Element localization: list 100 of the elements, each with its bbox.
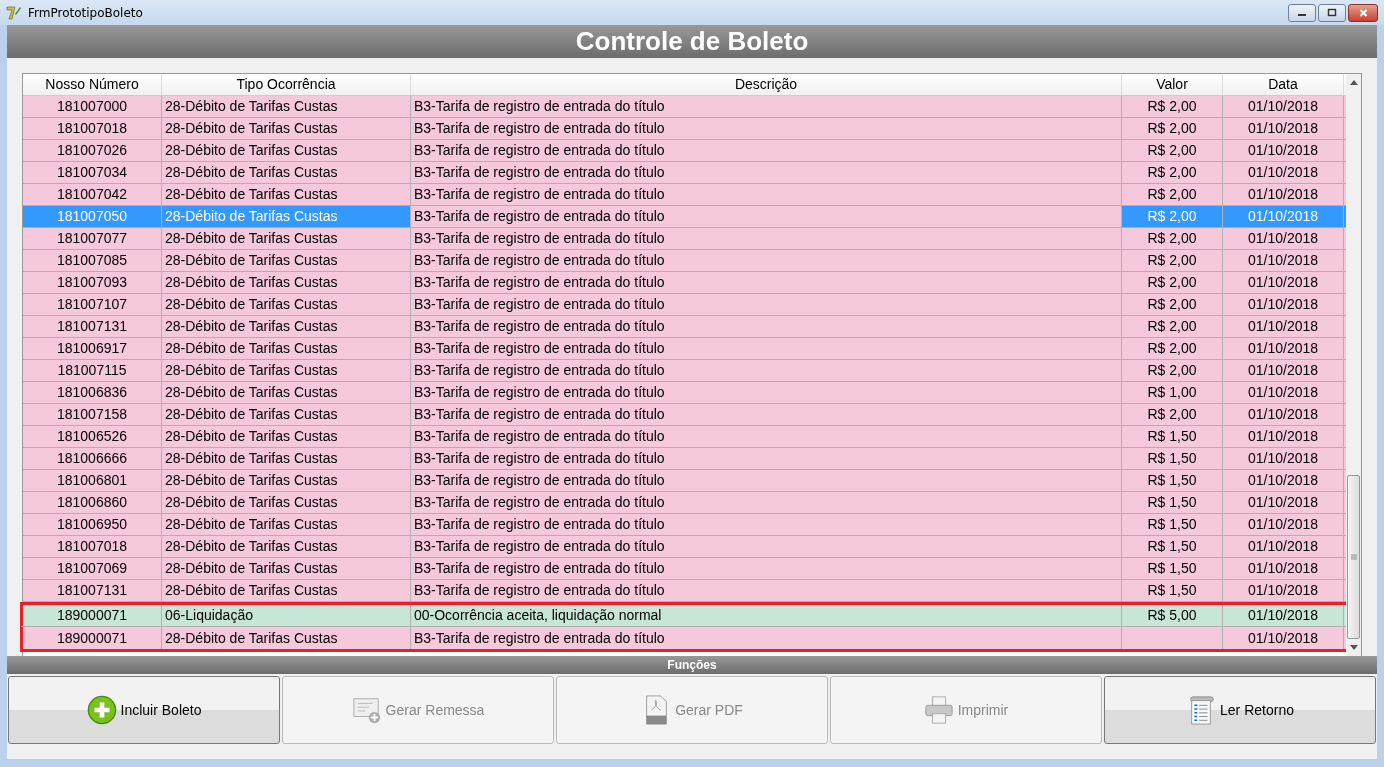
table-cell-text: 181007077 xyxy=(56,229,128,248)
table-cell-text: R$ 2,00 xyxy=(1147,317,1197,336)
table-cell-text: 28-Débito de Tarifas Custas xyxy=(165,427,338,446)
table-cell-text: B3-Tarifa de registro de entrada do título xyxy=(414,405,665,424)
table-cell-text: B3-Tarifa de registro de entrada do título xyxy=(414,163,665,182)
table-cell-text: R$ 2,00 xyxy=(1147,229,1197,248)
scroll-up-icon[interactable] xyxy=(1349,80,1358,85)
table-cell-text: B3-Tarifa de registro de entrada do título xyxy=(414,141,665,160)
table-cell-text: 181006860 xyxy=(56,493,128,512)
table-cell-text: 28-Débito de Tarifas Custas xyxy=(165,383,338,402)
table-cell-text: R$ 2,00 xyxy=(1147,141,1197,160)
table-cell-text: B3-Tarifa de registro de entrada do título xyxy=(414,471,665,490)
table-cell-text: R$ 2,00 xyxy=(1147,251,1197,270)
table-row[interactable]: 181006526 28-Débito de Tarifas Custas B3-Tarifa de registro de entrada do título R$ 1,50 01/10/2018 xyxy=(23,426,1346,448)
table-cell-text: 181007050 xyxy=(56,207,128,226)
scroll-thumb[interactable] xyxy=(1347,475,1360,639)
function-button[interactable]: Incluir Boleto xyxy=(8,676,280,744)
table-row[interactable]: 181007158 28-Débito de Tarifas Custas B3-Tarifa de registro de entrada do título R$ 2,00 01/10/2018 xyxy=(23,404,1346,426)
table-cell-text: 181006950 xyxy=(56,515,128,534)
table-row[interactable]: 181006860 28-Débito de Tarifas Custas B3-Tarifa de registro de entrada do título R$ 1,50 01/10/2018 xyxy=(23,492,1346,514)
table-cell-text: 189000071 xyxy=(56,606,128,625)
table-row[interactable]: 181007026 28-Débito de Tarifas Custas B3-Tarifa de registro de entrada do título R$ 2,00 01/10/2018 xyxy=(23,140,1346,162)
maximize-icon xyxy=(1327,8,1337,18)
table-cell-text: 01/10/2018 xyxy=(1247,515,1319,534)
table-cell-text: 189000071 xyxy=(56,628,128,648)
header-title: Controle de Boleto xyxy=(575,26,809,57)
table-row[interactable]: 181007018 28-Débito de Tarifas Custas B3-Tarifa de registro de entrada do título R$ 2,00 01/10/2018 xyxy=(23,118,1346,140)
table-cell-text: 01/10/2018 xyxy=(1247,405,1319,424)
column-header[interactable]: Data xyxy=(1223,74,1344,95)
table-cell-text: 181006917 xyxy=(56,339,128,358)
table-cell-text: R$ 1,50 xyxy=(1147,493,1197,512)
table-row[interactable]: 181007077 28-Débito de Tarifas Custas B3-Tarifa de registro de entrada do título R$ 2,00 01/10/2018 xyxy=(23,228,1346,250)
table-cell-text: B3-Tarifa de registro de entrada do título xyxy=(414,449,665,468)
scroll-down-icon[interactable] xyxy=(1349,645,1358,650)
table-row[interactable]: 181007034 28-Débito de Tarifas Custas B3-Tarifa de registro de entrada do título R$ 2,00 01/10/2018 xyxy=(23,162,1346,184)
column-header[interactable]: Nosso Número xyxy=(23,74,162,95)
table-row[interactable]: 181007085 28-Débito de Tarifas Custas B3-Tarifa de registro de entrada do título R$ 2,00 01/10/2018 xyxy=(23,250,1346,272)
close-button[interactable] xyxy=(1348,4,1378,22)
table-cell-text: B3-Tarifa de registro de entrada do título xyxy=(414,185,665,204)
table-row[interactable]: 189000071 06-Liquidação 00-Ocorrência aceita, liquidação normal R$ 5,00 01/10/2018 xyxy=(20,602,1349,627)
table-cell-text: B3-Tarifa de registro de entrada do título xyxy=(414,229,665,248)
table-row[interactable]: 181007042 28-Débito de Tarifas Custas B3-Tarifa de registro de entrada do título R$ 2,00 01/10/2018 xyxy=(23,184,1346,206)
table-cell-text: B3-Tarifa de registro de entrada do título xyxy=(414,383,665,402)
table-row[interactable]: 189000071 28-Débito de Tarifas Custas B3-Tarifa de registro de entrada do título 01/10/2018 xyxy=(20,627,1349,652)
table-cell-text: 01/10/2018 xyxy=(1247,163,1319,182)
app-icon xyxy=(6,4,22,21)
table-row[interactable]: 181007018 28-Débito de Tarifas Custas B3-Tarifa de registro de entrada do título R$ 1,50 01/10/2018 xyxy=(23,536,1346,558)
table-cell-text: 28-Débito de Tarifas Custas xyxy=(165,163,338,182)
table-row[interactable]: 181007131 28-Débito de Tarifas Custas B3-Tarifa de registro de entrada do título R$ 1,50 01/10/2018 xyxy=(23,580,1346,602)
table-cell-text: 01/10/2018 xyxy=(1247,185,1319,204)
table-row[interactable]: 181007115 28-Débito de Tarifas Custas B3-Tarifa de registro de entrada do título R$ 2,00 01/10/2018 xyxy=(23,360,1346,382)
table-cell-text: 28-Débito de Tarifas Custas xyxy=(165,515,338,534)
table-cell-text: R$ 2,00 xyxy=(1147,97,1197,116)
table-cell-text: 28-Débito de Tarifas Custas xyxy=(165,537,338,556)
table-cell-text: R$ 1,50 xyxy=(1147,449,1197,468)
table-cell-text: 181007000 xyxy=(56,97,128,116)
table-cell-text: R$ 2,00 xyxy=(1147,273,1197,292)
table-cell-text: R$ 2,00 xyxy=(1147,207,1197,226)
table-cell-text: 01/10/2018 xyxy=(1247,141,1319,160)
table-cell-text: 01/10/2018 xyxy=(1247,119,1319,138)
table-cell-text: 28-Débito de Tarifas Custas xyxy=(165,628,338,648)
table-row[interactable]: 181006950 28-Débito de Tarifas Custas B3-Tarifa de registro de entrada do título R$ 1,50 01/10/2018 xyxy=(23,514,1346,536)
column-header[interactable]: Valor xyxy=(1122,74,1223,95)
table-row[interactable]: 181007131 28-Débito de Tarifas Custas B3-Tarifa de registro de entrada do título R$ 2,00 01/10/2018 xyxy=(23,316,1346,338)
table-row[interactable]: 181007050 28-Débito de Tarifas Custas B3-Tarifa de registro de entrada do título R$ 2,00 01/10/2018 xyxy=(23,206,1346,228)
certificate-icon xyxy=(351,695,382,725)
table-cell-text: B3-Tarifa de registro de entrada do título xyxy=(414,427,665,446)
table-row[interactable]: 181007000 28-Débito de Tarifas Custas B3-Tarifa de registro de entrada do título R$ 2,00 01/10/2018 xyxy=(23,96,1346,118)
table-cell-text: 28-Débito de Tarifas Custas xyxy=(165,207,338,226)
table-row[interactable]: 181006801 28-Débito de Tarifas Custas B3-Tarifa de registro de entrada do título R$ 1,50 01/10/2018 xyxy=(23,470,1346,492)
table-cell-text: 28-Débito de Tarifas Custas xyxy=(165,581,338,600)
table-cell-text: 01/10/2018 xyxy=(1247,581,1319,600)
table-cell-text: 28-Débito de Tarifas Custas xyxy=(165,317,338,336)
table-cell-text: 01/10/2018 xyxy=(1247,383,1319,402)
vertical-scrollbar[interactable] xyxy=(1346,74,1361,656)
table-cell-text: R$ 2,00 xyxy=(1147,163,1197,182)
table-cell-text: 28-Débito de Tarifas Custas xyxy=(165,229,338,248)
function-button[interactable]: Ler Retorno xyxy=(1104,676,1376,744)
close-icon xyxy=(1357,8,1369,18)
table-cell-text: B3-Tarifa de registro de entrada do título xyxy=(414,361,665,380)
table-cell-text: 181007131 xyxy=(56,581,128,600)
table-cell-text: B3-Tarifa de registro de entrada do título xyxy=(414,559,665,578)
table-row[interactable]: 181007093 28-Débito de Tarifas Custas B3-Tarifa de registro de entrada do título R$ 2,00 01/10/2018 xyxy=(23,272,1346,294)
column-header[interactable]: Tipo Ocorrência xyxy=(162,74,411,95)
plus-icon xyxy=(86,695,117,725)
table-cell-text: 00-Ocorrência aceita, liquidação normal xyxy=(414,606,662,625)
table-row[interactable]: 181007107 28-Débito de Tarifas Custas B3-Tarifa de registro de entrada do título R$ 2,00 01/10/2018 xyxy=(23,294,1346,316)
table-row[interactable]: 181007069 28-Débito de Tarifas Custas B3-Tarifa de registro de entrada do título R$ 1,50 01/10/2018 xyxy=(23,558,1346,580)
maximize-button[interactable] xyxy=(1318,4,1346,22)
column-header[interactable]: Descrição xyxy=(411,74,1122,95)
table-cell-text: R$ 2,00 xyxy=(1147,295,1197,314)
table-row[interactable]: 181006666 28-Débito de Tarifas Custas B3-Tarifa de registro de entrada do título R$ 1,50 01/10/2018 xyxy=(23,448,1346,470)
table-row[interactable]: 181006917 28-Débito de Tarifas Custas B3-Tarifa de registro de entrada do título R$ 2,00 01/10/2018 xyxy=(23,338,1346,360)
table-cell-text: 28-Débito de Tarifas Custas xyxy=(165,449,338,468)
table-cell-text: 28-Débito de Tarifas Custas xyxy=(165,185,338,204)
table-cell-text: 181006526 xyxy=(56,427,128,446)
table-cell-text: B3-Tarifa de registro de entrada do título xyxy=(414,295,665,314)
minimize-button[interactable] xyxy=(1288,4,1316,22)
table-cell-text: B3-Tarifa de registro de entrada do título xyxy=(414,119,665,138)
table-row[interactable]: 181006836 28-Débito de Tarifas Custas B3-Tarifa de registro de entrada do título R$ 1,00 01/10/2018 xyxy=(23,382,1346,404)
